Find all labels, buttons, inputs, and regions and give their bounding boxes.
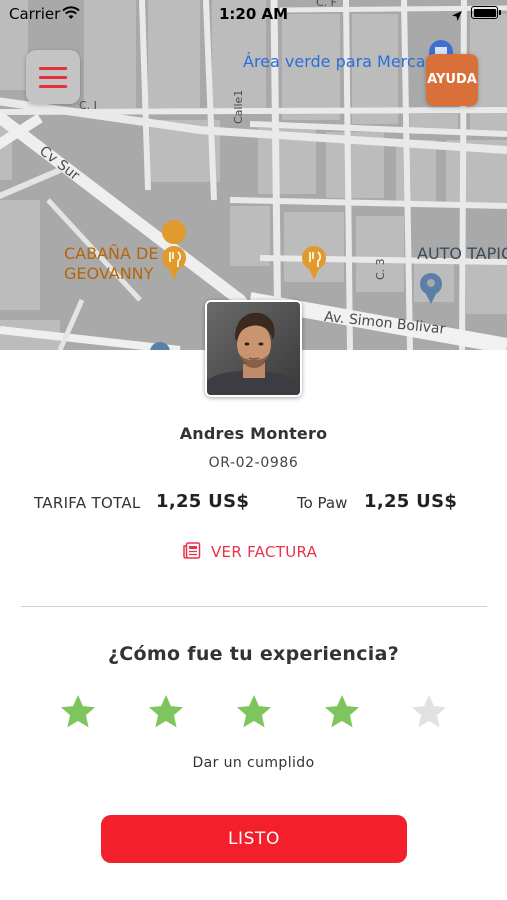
to-paw-label: To Paw (297, 494, 348, 512)
clock-label: 1:20 AM (218, 5, 289, 23)
star-5-icon[interactable] (409, 692, 449, 732)
location-arrow-icon (451, 7, 463, 26)
star-1-icon[interactable] (58, 692, 98, 732)
restaurant-pin-1 (162, 220, 187, 280)
hamburger-icon (39, 67, 67, 70)
place-label-cabana: CABAÑA DE GEOVANNY (64, 244, 158, 284)
rating-question: ¿Cómo fue tu experiencia? (107, 643, 400, 665)
status-bar: Carrier 1:20 AM (0, 0, 507, 28)
star-4-icon[interactable] (322, 692, 362, 732)
place-label-cabana-line2: GEOVANNY (64, 264, 154, 283)
done-button[interactable]: LISTO (101, 815, 407, 863)
give-compliment-link[interactable]: Dar un cumplido (0, 755, 507, 771)
driver-name: Andres Montero (179, 424, 328, 443)
street-label-calle1: Calle1 (232, 89, 245, 124)
view-invoice-link[interactable]: VER FACTURA (183, 540, 317, 564)
license-plate: OR-02-0986 (208, 455, 299, 471)
to-paw-value: 1,25 US$ (364, 491, 458, 512)
total-fare-label: TARIFA TOTAL (34, 494, 141, 512)
star-3-icon[interactable] (234, 692, 274, 732)
rating-stars (0, 692, 507, 734)
place-label-auto-tapic: AUTO TAPIC (417, 244, 507, 263)
receipt-icon (183, 541, 201, 563)
street-label-c3: C. 3 (374, 258, 387, 280)
total-fare-value: 1,25 US$ (156, 491, 250, 512)
driver-avatar (205, 300, 302, 397)
place-label-cabana-line1: CABAÑA DE (64, 244, 159, 263)
place-label-area-verde: Área verde para Mercado (243, 52, 446, 71)
view-invoice-label: VER FACTURA (211, 543, 318, 561)
menu-button[interactable] (26, 50, 80, 104)
battery-icon (471, 6, 501, 19)
divider (21, 606, 487, 607)
star-2-icon[interactable] (146, 692, 186, 732)
ride-summary-screen: Cv Sur C. I Calle1 C. 3 C. F Av. Simon B… (0, 0, 507, 900)
street-label-c1: C. I (79, 99, 97, 112)
help-button[interactable]: AYUDA (426, 54, 478, 106)
